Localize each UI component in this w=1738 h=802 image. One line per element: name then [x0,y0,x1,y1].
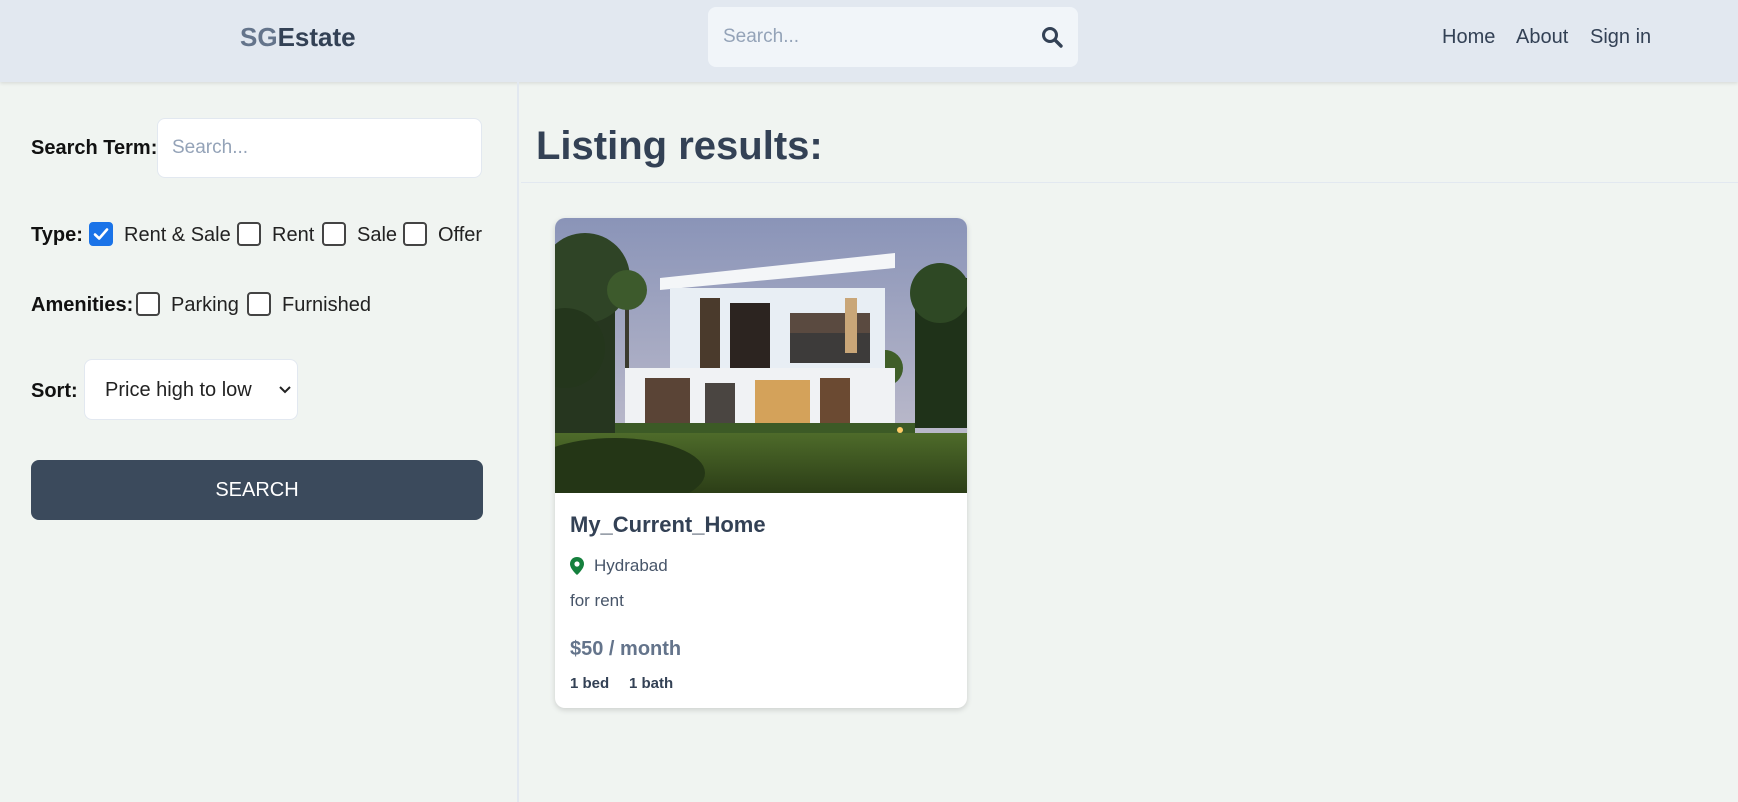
listing-price: $50 / month [570,638,682,660]
filter-sidebar: Search Term: Type: Rent & Sale Rent Sale… [0,82,519,802]
logo-part2: Estate [277,22,356,52]
search-term-box [157,118,482,178]
type-offer-checkbox[interactable] [403,222,427,246]
sort-value: Price high to low [105,379,252,401]
sort-select[interactable]: Price high to low [84,359,298,420]
sort-label: Sort: [31,380,78,402]
type-offer-label: Offer [438,224,483,246]
listing-card[interactable]: My_Current_Home Hydrabad for rent $50 / … [555,218,967,708]
type-rent-label: Rent [272,224,315,246]
amenity-parking-label: Parking [171,294,239,316]
search-term-label: Search Term: [31,137,158,159]
check-icon [93,228,109,240]
type-rent-sale-label: Rent & Sale [124,224,231,246]
chevron-down-icon [279,386,291,394]
listing-image[interactable] [555,218,967,493]
results-area: Listing results: My_Current_Home Hydraba… [521,82,1738,802]
divider [521,182,1738,183]
header-search-input[interactable] [723,7,1023,67]
logo[interactable]: SGEstate [240,22,356,53]
page-title: Listing results: [536,124,823,168]
search-icon[interactable] [1040,25,1064,49]
logo-part1: SG [240,22,278,52]
amenity-furnished-label: Furnished [282,294,371,316]
type-sale-label: Sale [357,224,398,246]
type-sale-checkbox[interactable] [322,222,346,246]
top-header: SGEstate Home About Sign in [0,0,1738,82]
search-term-input[interactable] [158,119,481,177]
listing-beds: 1 bed [570,675,610,692]
nav-about[interactable]: About [1516,26,1568,49]
amenities-label: Amenities: [31,294,134,316]
listing-baths: 1 bath [629,675,674,692]
amenity-furnished-checkbox[interactable] [247,292,271,316]
nav-home[interactable]: Home [1442,26,1495,49]
listing-title: My_Current_Home [570,512,766,537]
type-label: Type: [31,224,83,246]
amenity-parking-checkbox[interactable] [136,292,160,316]
header-search-box [708,7,1078,67]
listing-description: for rent [570,591,624,610]
type-rent-checkbox[interactable] [237,222,261,246]
type-rent-sale-checkbox[interactable] [89,222,113,246]
location-pin-icon [570,557,584,575]
search-button[interactable]: SEARCH [31,460,483,520]
nav-sign-in[interactable]: Sign in [1590,26,1651,49]
listing-location: Hydrabad [594,556,668,575]
